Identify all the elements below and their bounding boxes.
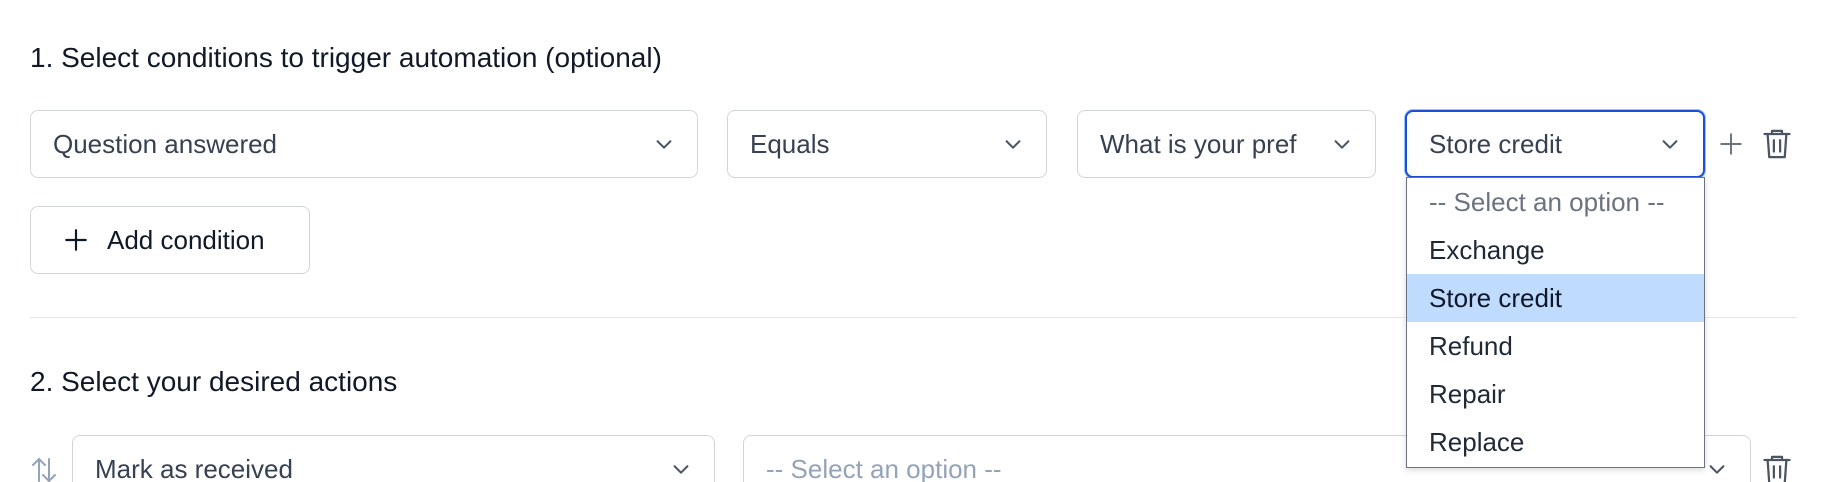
delete-condition-button[interactable] <box>1758 124 1796 164</box>
chevron-down-icon <box>1662 140 1678 149</box>
chevron-down-icon <box>656 140 672 149</box>
plus-icon <box>65 229 87 251</box>
condition-question-value: Question answered <box>53 128 278 159</box>
dropdown-option-replace[interactable]: Replace <box>1407 418 1704 466</box>
add-condition-button[interactable]: Add condition <box>30 206 310 274</box>
chevron-down-icon <box>673 465 689 474</box>
chevron-down-icon <box>1334 140 1350 149</box>
trash-icon <box>1763 455 1791 482</box>
dropdown-option-refund[interactable]: Refund <box>1407 322 1704 370</box>
add-sub-condition-button[interactable] <box>1715 126 1747 162</box>
condition-question-select[interactable]: Question answered <box>30 110 698 178</box>
action-type-value: Mark as received <box>95 453 293 482</box>
condition-field-select[interactable]: What is your pref <box>1077 110 1376 178</box>
dropdown-option-repair[interactable]: Repair <box>1407 370 1704 418</box>
condition-operator-value: Equals <box>750 128 830 159</box>
plus-icon <box>1720 133 1742 155</box>
condition-value-value: Store credit <box>1429 128 1562 159</box>
chevron-down-icon <box>1005 140 1021 149</box>
section-1-title: 1. Select conditions to trigger automati… <box>30 42 662 73</box>
dropdown-option-exchange[interactable]: Exchange <box>1407 226 1704 274</box>
action-type-select[interactable]: Mark as received <box>72 435 715 482</box>
sort-arrows-icon <box>32 458 56 482</box>
delete-action-button[interactable] <box>1758 450 1796 482</box>
section-2-title: 2. Select your desired actions <box>30 366 398 397</box>
sort-handle[interactable] <box>30 455 58 482</box>
condition-operator-select[interactable]: Equals <box>727 110 1047 178</box>
condition-field-value: What is your pref <box>1100 128 1297 159</box>
add-condition-label: Add condition <box>107 224 265 255</box>
trash-icon <box>1763 129 1791 159</box>
dropdown-option-placeholder[interactable]: -- Select an option -- <box>1407 178 1704 226</box>
chevron-down-icon <box>1709 465 1725 474</box>
condition-value-select[interactable]: Store credit <box>1405 110 1705 178</box>
condition-value-dropdown[interactable]: -- Select an option -- Exchange Store cr… <box>1406 177 1705 468</box>
dropdown-option-store-credit[interactable]: Store credit <box>1407 274 1704 322</box>
